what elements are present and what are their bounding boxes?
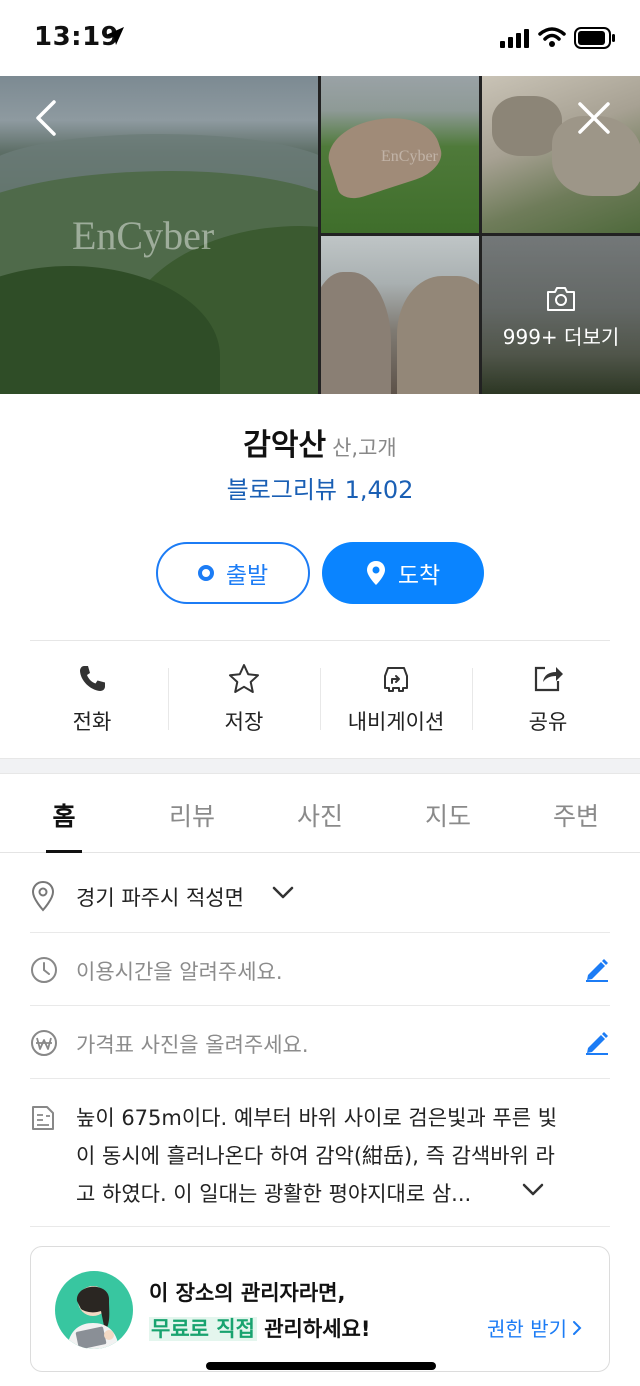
close-icon[interactable] bbox=[576, 100, 612, 136]
edit-pencil-icon[interactable] bbox=[584, 1029, 610, 1055]
phone-icon bbox=[80, 666, 105, 691]
navigation-label: 내비게이션 bbox=[347, 710, 445, 734]
chevron-right-icon bbox=[573, 1321, 582, 1335]
tab-reviews[interactable]: 리뷰 bbox=[128, 775, 256, 852]
location-pin-icon bbox=[31, 880, 55, 912]
claim-label: 권한 받기 bbox=[487, 1317, 567, 1341]
share-button[interactable]: 공유 bbox=[472, 662, 624, 738]
claim-permission-link[interactable]: 권한 받기 bbox=[487, 1313, 583, 1342]
divider bbox=[30, 640, 610, 641]
wifi-icon bbox=[538, 27, 566, 47]
hours-row[interactable]: 이용시간을 알려주세요. bbox=[30, 933, 610, 1006]
star-icon bbox=[229, 664, 259, 693]
depart-button[interactable]: 출발 bbox=[156, 542, 310, 604]
blog-review-count: 1,402 bbox=[344, 476, 414, 504]
place-category: 산,고개 bbox=[332, 436, 397, 460]
owner-claim-card[interactable]: 이 장소의 관리자라면, 무료로 직접 관리하세요! 권한 받기 bbox=[30, 1246, 610, 1372]
origin-dot-icon bbox=[197, 565, 214, 581]
arrive-label: 도착 bbox=[397, 563, 441, 589]
manager-avatar-illustration bbox=[55, 1271, 133, 1349]
description-row[interactable]: 높이 675m이다. 예부터 바위 사이로 검은빛과 푸른 빛 이 동시에 흘러… bbox=[30, 1079, 610, 1227]
hours-placeholder: 이용시간을 알려주세요. bbox=[76, 960, 283, 984]
place-title: 감악산 산,고개 bbox=[0, 420, 640, 464]
photo-more-button[interactable]: 999+ 더보기 bbox=[482, 236, 640, 394]
call-label: 전화 bbox=[72, 710, 112, 734]
chevron-down-icon[interactable] bbox=[272, 886, 294, 900]
photo-thumb-3[interactable] bbox=[321, 236, 479, 394]
edit-pencil-icon[interactable] bbox=[584, 956, 610, 982]
address-text: 경기 파주시 적성면 bbox=[76, 886, 244, 910]
tab-photos[interactable]: 사진 bbox=[256, 775, 384, 852]
save-button[interactable]: 저장 bbox=[168, 662, 320, 738]
address-row[interactable]: 경기 파주시 적성면 bbox=[30, 860, 610, 933]
claim-subline: 무료로 직접 관리하세요! bbox=[149, 1313, 370, 1343]
depart-label: 출발 bbox=[225, 563, 269, 589]
photo-gallery: EnCyber EnCyber 999+ 더보기 bbox=[0, 76, 640, 394]
won-currency-icon bbox=[31, 1030, 57, 1056]
location-arrow-icon bbox=[106, 27, 124, 45]
blog-review-link[interactable]: 블로그리뷰 1,402 bbox=[0, 470, 640, 505]
photo-thumb-2[interactable] bbox=[482, 76, 640, 233]
claim-subline-rest: 관리하세요! bbox=[256, 1317, 371, 1341]
share-icon bbox=[534, 666, 563, 692]
description-line: 이 동시에 흘러나온다 하여 감악(紺岳), 즉 감색바위 라 bbox=[76, 1144, 555, 1168]
tab-map[interactable]: 지도 bbox=[384, 775, 512, 852]
chevron-down-icon[interactable] bbox=[522, 1183, 544, 1197]
price-placeholder: 가격표 사진을 올려주세요. bbox=[76, 1033, 309, 1057]
more-photos-label: 999+ 더보기 bbox=[502, 325, 620, 349]
claim-highlight: 무료로 직접 bbox=[149, 1317, 257, 1341]
cellular-signal-icon bbox=[500, 29, 529, 48]
action-bar: 전화 저장 내비게이션 공유 bbox=[16, 662, 624, 738]
blog-review-label: 블로그리뷰 bbox=[226, 476, 338, 504]
back-icon[interactable] bbox=[32, 98, 60, 138]
status-bar: 13:19 bbox=[0, 0, 640, 76]
home-indicator bbox=[206, 1362, 436, 1370]
photo-thumb-1[interactable]: EnCyber bbox=[321, 76, 479, 233]
tab-nearby[interactable]: 주변 bbox=[512, 775, 640, 852]
car-navigation-icon bbox=[384, 667, 408, 692]
call-button[interactable]: 전화 bbox=[16, 662, 168, 738]
section-separator bbox=[0, 758, 640, 774]
clock-icon bbox=[31, 957, 57, 983]
watermark: EnCyber bbox=[72, 213, 215, 258]
price-row[interactable]: 가격표 사진을 올려주세요. bbox=[30, 1006, 610, 1079]
description-line: 높이 675m이다. 예부터 바위 사이로 검은빛과 푸른 빛 bbox=[76, 1106, 558, 1130]
watermark: EnCyber bbox=[381, 148, 438, 165]
save-label: 저장 bbox=[224, 710, 264, 734]
document-icon bbox=[32, 1106, 54, 1130]
place-name: 감악산 bbox=[243, 428, 327, 463]
tab-home[interactable]: 홈 bbox=[0, 775, 128, 853]
camera-icon bbox=[547, 287, 575, 311]
share-label: 공유 bbox=[528, 710, 568, 734]
pin-icon bbox=[366, 561, 385, 585]
arrive-button[interactable]: 도착 bbox=[322, 542, 484, 604]
claim-headline: 이 장소의 관리자라면, bbox=[149, 1281, 346, 1305]
navigation-button[interactable]: 내비게이션 bbox=[320, 662, 472, 738]
battery-icon bbox=[574, 27, 615, 49]
tab-bar: 홈 리뷰 사진 지도 주변 bbox=[0, 775, 640, 853]
